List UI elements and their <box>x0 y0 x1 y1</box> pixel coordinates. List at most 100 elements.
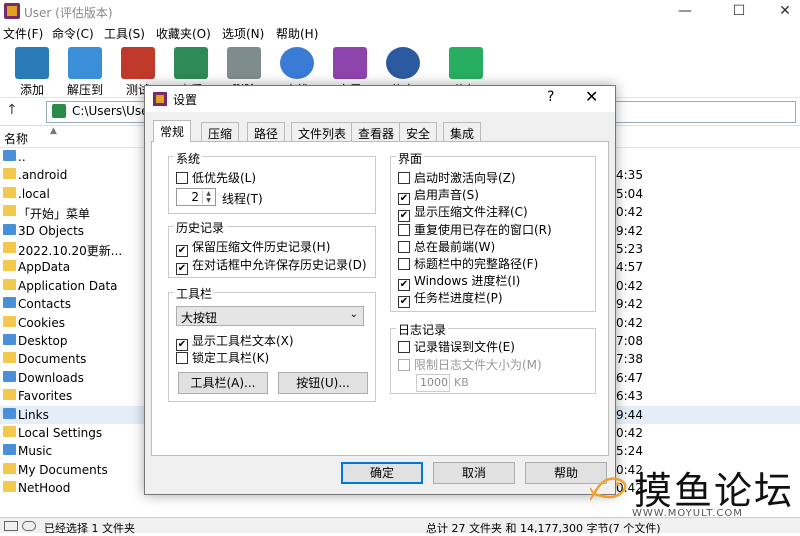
file-name: Documents <box>18 352 87 367</box>
buttons-settings-button[interactable]: 按钮(U)... <box>278 372 368 394</box>
folder-icon <box>3 370 16 382</box>
sort-up-icon: ▲ <box>50 126 57 136</box>
title-bar: User (评估版本) — ☐ ✕ <box>0 0 800 22</box>
tab-viewer[interactable]: 查看器 <box>351 122 402 141</box>
system-group-title: 系统 <box>174 150 203 167</box>
window-title: User (评估版本) <box>24 6 113 20</box>
limit-log-size-checkbox[interactable]: 限制日志文件大小为(M) <box>398 356 542 373</box>
tab-integration[interactable]: 集成 <box>443 122 482 141</box>
history-group-title: 历史记录 <box>174 219 227 236</box>
interface-option-checkbox[interactable]: 总在最前端(W) <box>398 238 495 255</box>
folder-icon <box>3 444 16 456</box>
toolbar-settings-button[interactable]: 工具栏(A)... <box>178 372 268 394</box>
file-name: My Documents <box>18 462 108 477</box>
log-errors-checkbox[interactable]: 记录错误到文件(E) <box>398 338 515 355</box>
folder-icon <box>3 260 16 272</box>
file-name: AppData <box>18 260 71 275</box>
folder-icon <box>3 205 16 217</box>
file-time: 5:23 <box>616 242 643 256</box>
interface-option-checkbox[interactable]: 标题栏中的完整路径(F) <box>398 255 538 272</box>
dialog-history-checkbox[interactable]: ✔ 在对话框中允许保存历史记录(D) <box>176 256 367 275</box>
interface-option-checkbox[interactable]: ✔ 启用声音(S) <box>398 186 479 206</box>
lock-toolbar-checkbox[interactable]: 锁定工具栏(K) <box>176 349 269 366</box>
general-tab-panel: 系统 低优先级(L) 2 ▲ ▼ 线程(T) 历史记录 ✔ 保留压缩文件历史记录(H… <box>151 141 609 456</box>
tab-general[interactable]: 常规 <box>153 120 192 142</box>
low-priority-checkbox[interactable]: 低优先级(L) <box>176 169 256 186</box>
file-name: 3D Objects <box>18 223 85 238</box>
interface-option-checkbox[interactable]: 重复使用已存在的窗口(R) <box>398 221 552 238</box>
file-time: 0:42 <box>616 315 643 330</box>
threads-stepper[interactable]: 2 ▲ ▼ <box>176 188 216 206</box>
folder-icon <box>3 352 16 364</box>
folder-icon <box>3 186 16 198</box>
tab-compression[interactable]: 压缩 <box>201 122 240 141</box>
watermark: 摸鱼论坛 WWW.MOYULT.COM <box>590 460 800 520</box>
file-name: NetHood <box>18 481 71 496</box>
folder-icon <box>3 389 16 401</box>
current-path: C:\Users\User <box>72 104 154 118</box>
interface-group-title: 界面 <box>396 150 425 167</box>
trash-icon <box>227 47 261 79</box>
folder-icon <box>3 426 16 437</box>
menu-favorites[interactable]: 收藏夹(O) <box>156 25 211 42</box>
minimize-button[interactable]: — <box>662 0 708 22</box>
file-name: Downloads <box>18 370 84 385</box>
interface-option-checkbox[interactable]: 启动时激活向导(Z) <box>398 169 516 186</box>
tab-paths[interactable]: 路径 <box>247 122 286 141</box>
folder-icon <box>3 278 16 290</box>
maximize-button[interactable]: ☐ <box>716 0 762 22</box>
status-total: 总计 27 文件夹 和 14,177,300 字节(7 个文件) <box>426 522 661 535</box>
cancel-button[interactable]: 取消 <box>433 462 515 484</box>
folder-icon <box>3 481 16 493</box>
file-name: 「开始」菜单 <box>18 207 91 222</box>
drive-icon <box>4 521 18 531</box>
file-time: 5:24 <box>616 444 643 459</box>
dialog-help-button[interactable]: ? <box>547 89 554 105</box>
file-time: 0:42 <box>616 426 643 440</box>
dialog-close-button[interactable]: ✕ <box>585 87 598 106</box>
folder-icon <box>3 168 16 180</box>
button-size-select[interactable]: 大按钮 ⌄ <box>176 306 364 326</box>
menu-commands[interactable]: 命令(C) <box>52 25 94 42</box>
info-icon <box>386 47 420 79</box>
toolbar-group-title: 工具栏 <box>174 285 215 302</box>
column-name-header[interactable]: 名称 <box>4 130 28 147</box>
dialog-title: 设置 <box>173 93 198 107</box>
winrar-app-icon <box>153 92 167 106</box>
file-name: Contacts <box>18 297 71 312</box>
interface-option-checkbox[interactable]: ✔ 任务栏进度栏(P) <box>398 289 503 309</box>
file-time: 6:43 <box>616 389 643 404</box>
interface-option-checkbox[interactable]: ✔ Windows 进度栏(I) <box>398 272 520 292</box>
add-button[interactable]: 添加 <box>8 44 56 97</box>
ok-button[interactable]: 确定 <box>341 462 423 484</box>
file-name: Favorites <box>18 389 73 404</box>
log-size-input[interactable]: 1000 <box>416 374 450 392</box>
menu-options[interactable]: 选项(N) <box>222 25 264 42</box>
file-name: .. <box>18 150 26 164</box>
file-time: 0:42 <box>616 278 643 293</box>
watermark-url: WWW.MOYULT.COM <box>632 508 743 519</box>
file-name: Links <box>18 407 49 422</box>
file-name: Cookies <box>18 315 65 330</box>
file-name: .local <box>18 186 50 201</box>
extract-to-button[interactable]: 解压到 <box>61 44 109 97</box>
folder-extract-icon <box>68 47 102 79</box>
file-time: 4:57 <box>616 260 643 275</box>
folder-icon <box>3 315 16 327</box>
log-size-unit: KB <box>454 376 469 389</box>
file-time: 4:35 <box>616 168 643 183</box>
menu-file[interactable]: 文件(F) <box>3 25 43 42</box>
tab-security[interactable]: 安全 <box>399 122 438 141</box>
file-time: 9:44 <box>616 407 643 422</box>
stepper-arrows-icon[interactable]: ▲ ▼ <box>202 190 214 204</box>
interface-option-checkbox[interactable]: ✔ 显示压缩文件注释(C) <box>398 203 528 223</box>
menu-help[interactable]: 帮助(H) <box>276 25 318 42</box>
up-arrow-icon[interactable]: ↑ <box>6 102 18 118</box>
clipboard-test-icon <box>121 47 155 79</box>
menu-tools[interactable]: 工具(S) <box>104 25 145 42</box>
tab-file-list[interactable]: 文件列表 <box>291 122 354 141</box>
fish-logo-icon <box>590 477 627 501</box>
keep-history-checkbox[interactable]: ✔ 保留压缩文件历史记录(H) <box>176 238 330 257</box>
magnifier-icon <box>280 47 314 79</box>
close-button[interactable]: ✕ <box>762 0 800 22</box>
